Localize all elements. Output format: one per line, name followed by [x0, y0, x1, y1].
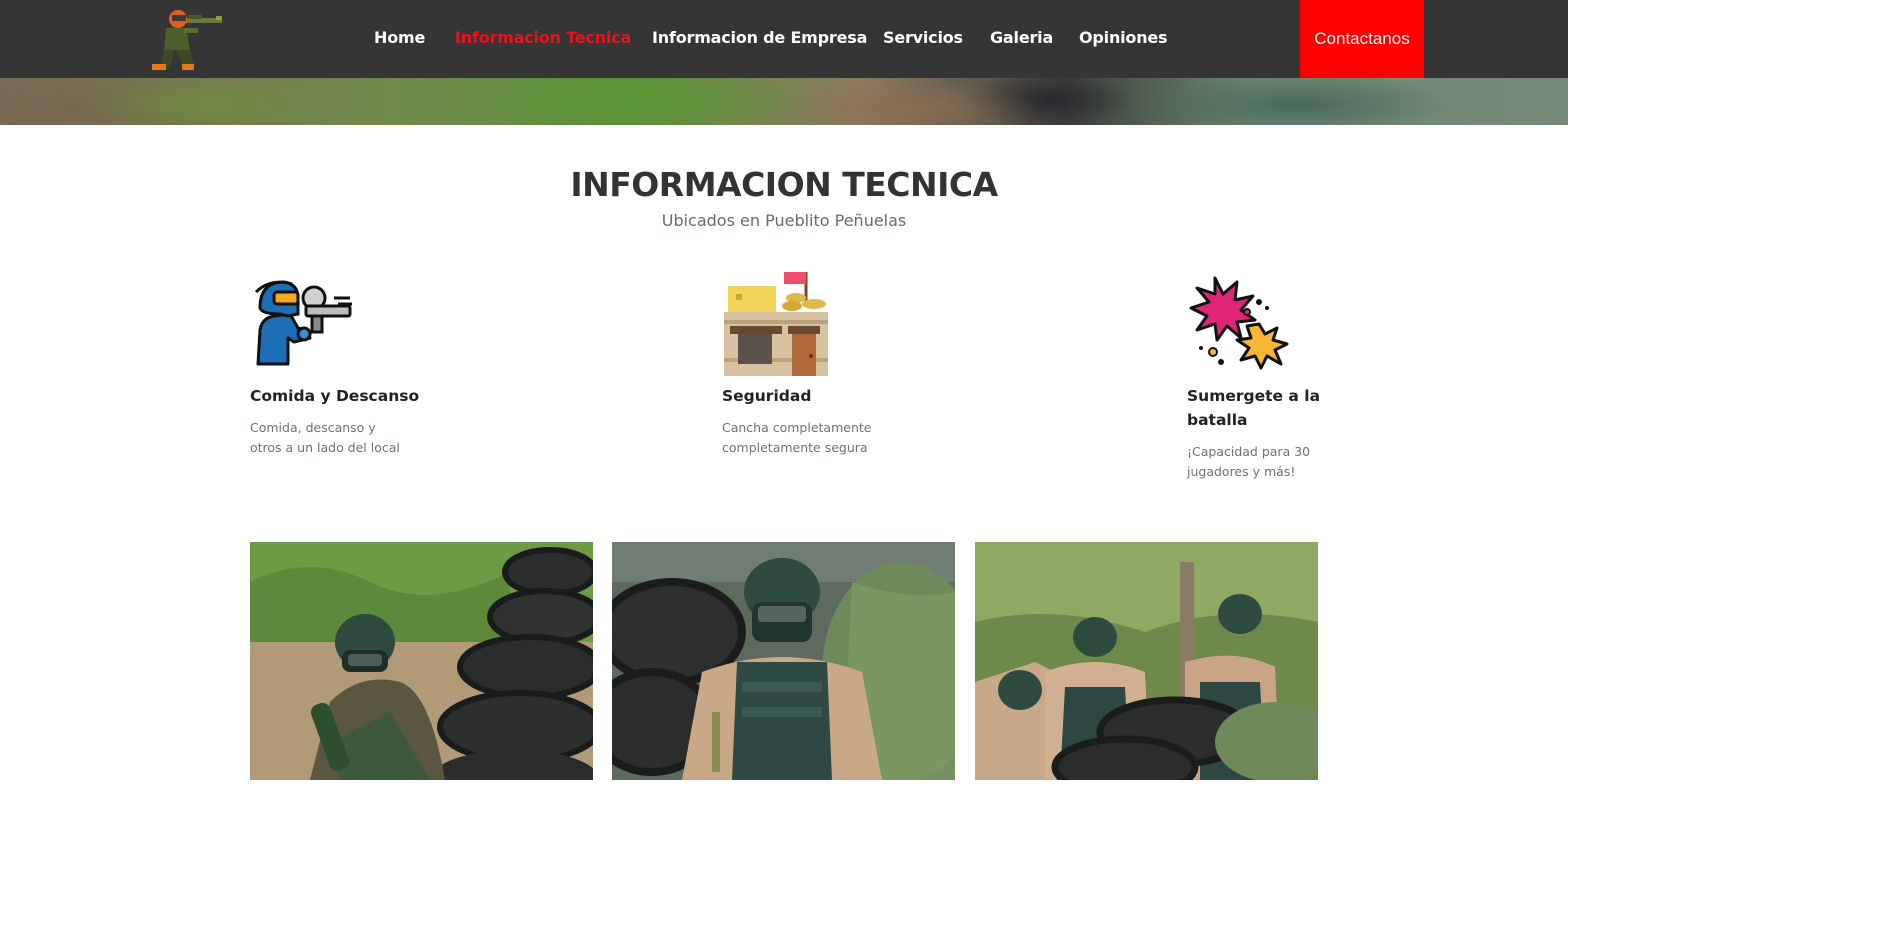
- gallery-photo-3[interactable]: [975, 542, 1318, 780]
- feature-text: Cancha completamente completamente segur…: [722, 420, 872, 455]
- feature-card-seguridad: Seguridad Cancha completamente completam…: [722, 268, 922, 458]
- feature-title: Comida y Descanso: [250, 387, 420, 405]
- nav-servicios[interactable]: Servicios: [883, 28, 963, 47]
- top-navigation-bar: Home Informacion Tecnica Informacion de …: [0, 0, 1568, 78]
- nav-informacion-de-empresa[interactable]: Informacion de Empresa: [652, 28, 867, 47]
- gallery-photo-1[interactable]: [250, 542, 593, 780]
- nav-opiniones[interactable]: Opiniones: [1079, 28, 1168, 47]
- nav-home[interactable]: Home: [374, 28, 425, 47]
- paint-splatter-icon: [1189, 276, 1289, 370]
- section-title: INFORMACION TECNICA: [570, 165, 998, 204]
- bunker-flag-icon: [724, 272, 828, 376]
- feature-card-comida: Comida y Descanso Comida, descanso y otr…: [250, 268, 450, 458]
- paintball-player-icon: [254, 280, 352, 366]
- feature-card-batalla: Sumergete a la batalla ¡Capacidad para 3…: [1187, 268, 1387, 482]
- feature-text: Comida, descanso y otros a un lado del l…: [250, 420, 400, 455]
- gallery-photo-2[interactable]: [612, 542, 955, 780]
- contact-button[interactable]: Contactanos: [1300, 0, 1424, 78]
- section-subtitle: Ubicados en Pueblito Peñuelas: [661, 211, 907, 230]
- feature-text: ¡Capacidad para 30 jugadores y más!: [1187, 444, 1311, 479]
- nav-informacion-tecnica[interactable]: Informacion Tecnica: [455, 28, 631, 47]
- paintball-player-logo-icon[interactable]: [140, 6, 224, 72]
- nav-galeria[interactable]: Galeria: [990, 28, 1053, 47]
- feature-title: Sumergete a la batalla: [1187, 387, 1321, 429]
- feature-title: Seguridad: [722, 387, 812, 405]
